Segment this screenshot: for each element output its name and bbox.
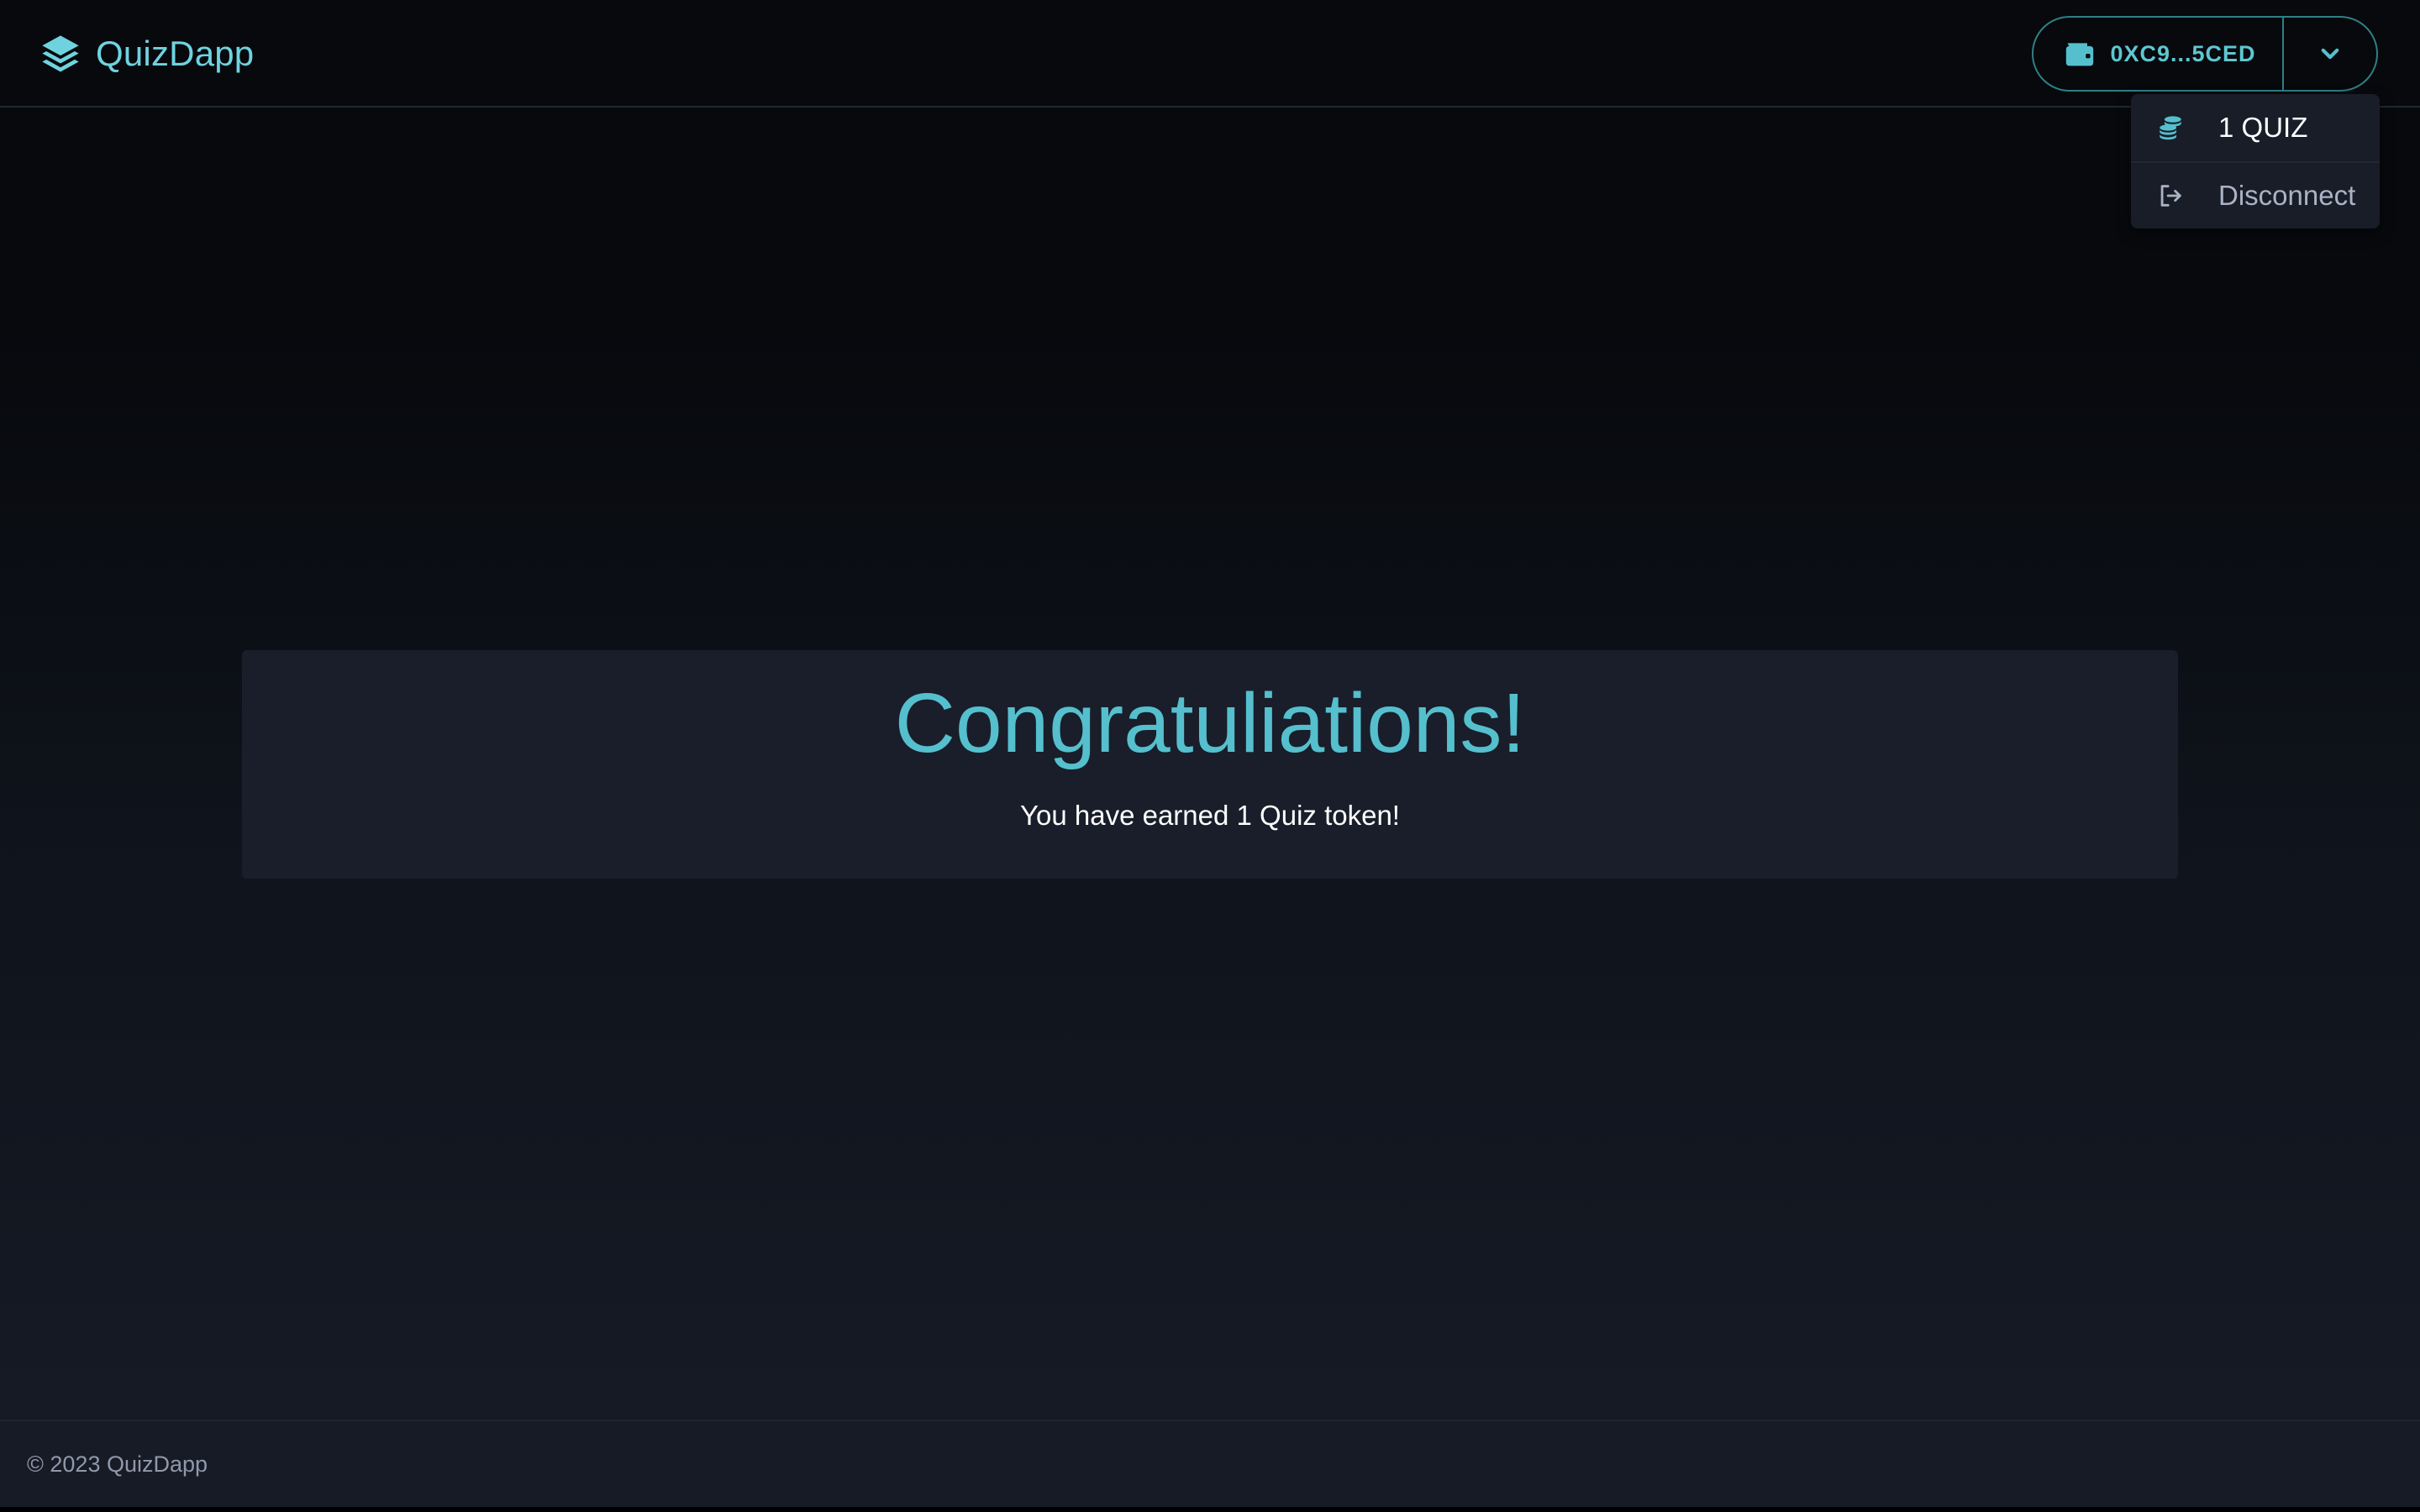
stacked-layers-icon — [42, 35, 79, 72]
reward-message: You have earned 1 Quiz token! — [1020, 800, 1400, 831]
copyright-text: © 2023 QuizDapp — [27, 1452, 208, 1477]
footer: © 2023 QuizDapp — [0, 1420, 2420, 1507]
congratulations-title: Congratuliations! — [894, 676, 1526, 770]
wallet-dropdown-menu: 1 QUIZ Disconnect — [2131, 94, 2380, 228]
brand-logo-link[interactable]: QuizDapp — [39, 30, 254, 77]
top-navbar: QuizDapp 0XC9...5CED — [0, 0, 2420, 108]
sign-out-icon — [2160, 185, 2181, 207]
brand-name: QuizDapp — [96, 34, 255, 73]
bottom-edge — [0, 1507, 2420, 1512]
menu-item-disconnect[interactable]: Disconnect — [2131, 161, 2380, 228]
coins-icon — [2160, 116, 2181, 140]
chevron-down-icon — [2321, 48, 2339, 60]
disconnect-label: Disconnect — [2218, 180, 2356, 211]
wallet-menu-toggle[interactable] — [2284, 18, 2376, 90]
wallet-address-button[interactable]: 0XC9...5CED — [2033, 18, 2282, 90]
wallet-button-group: 0XC9...5CED — [2032, 16, 2378, 92]
menu-item-token-balance[interactable]: 1 QUIZ — [2131, 94, 2380, 161]
token-balance-label: 1 QUIZ — [2218, 112, 2308, 143]
wallet-icon — [2066, 43, 2094, 66]
result-card: Congratuliations! You have earned 1 Quiz… — [242, 650, 2178, 879]
wallet-address: 0XC9...5CED — [2110, 40, 2256, 66]
